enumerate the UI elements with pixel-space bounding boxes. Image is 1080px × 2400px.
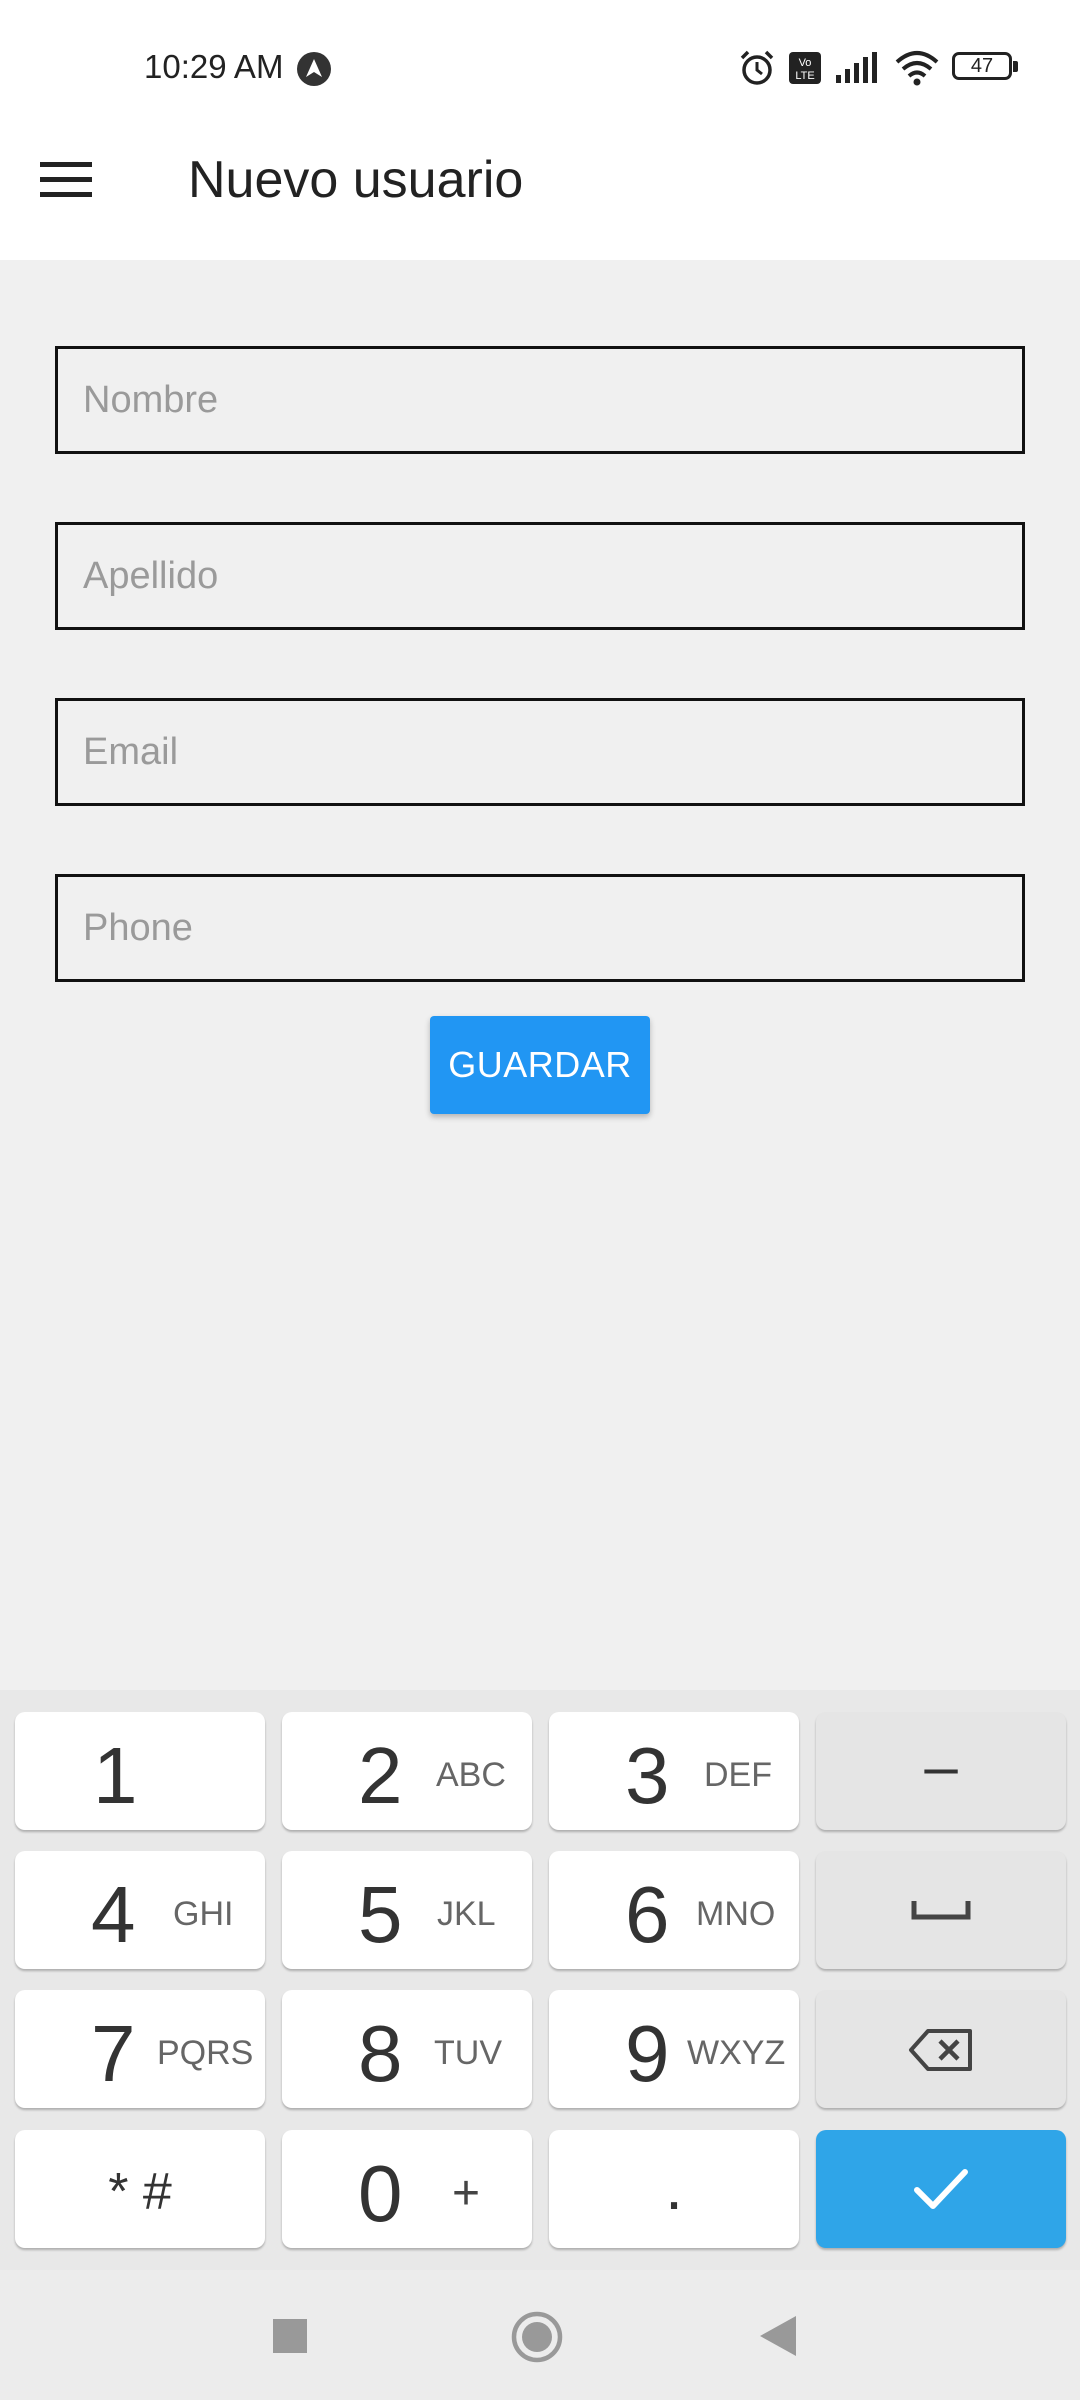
wifi-icon — [895, 51, 939, 86]
battery-level: 47 — [970, 55, 994, 77]
hamburger-menu-icon[interactable] — [40, 160, 102, 210]
key-7-letters: PQRS — [157, 2034, 254, 2072]
key-space[interactable] — [816, 1851, 1066, 1969]
nombre-input[interactable] — [58, 349, 1022, 451]
key-4-letters: GHI — [173, 1895, 234, 1933]
key-9[interactable]: 9 WXYZ — [549, 1990, 799, 2108]
navigation-bar — [0, 2270, 1080, 2400]
numeric-keyboard: 1 2 ABC 3 DEF – 4 GHI 5 JKL 6 MNO 7 PQRS… — [0, 1690, 1080, 2270]
key-0-label: 0 — [358, 2149, 403, 2238]
recents-square-icon[interactable] — [272, 2318, 308, 2354]
key-backspace[interactable] — [816, 1990, 1066, 2108]
save-button[interactable]: GUARDAR — [430, 1016, 650, 1114]
checkmark-icon — [914, 2169, 968, 2209]
key-enter[interactable] — [816, 2130, 1066, 2248]
nombre-field-container — [55, 346, 1025, 454]
key-5[interactable]: 5 JKL — [282, 1851, 532, 1969]
key-6-label: 6 — [625, 1870, 670, 1959]
key-dot[interactable]: . — [549, 2130, 799, 2248]
status-time: 10:29 AM — [144, 48, 284, 85]
svg-text:Vo: Vo — [799, 57, 812, 69]
key-1[interactable]: 1 — [15, 1712, 265, 1830]
key-7-label: 7 — [91, 2009, 136, 2098]
apellido-field-container — [55, 522, 1025, 630]
backspace-icon — [909, 2029, 972, 2071]
key-0[interactable]: 0 + — [282, 2130, 532, 2248]
phone-input[interactable] — [58, 877, 1022, 979]
signal-icon — [836, 52, 877, 83]
battery-icon: 47 — [952, 52, 1020, 84]
key-2-label: 2 — [358, 1731, 403, 1820]
key-3[interactable]: 3 DEF — [549, 1712, 799, 1830]
key-6-letters: MNO — [696, 1895, 776, 1933]
key-dot-label: . — [665, 2151, 683, 2223]
phone-field-container — [55, 874, 1025, 982]
apellido-input[interactable] — [58, 525, 1022, 627]
key-9-letters: WXYZ — [687, 2034, 786, 2072]
email-field-container — [55, 698, 1025, 806]
key-8-label: 8 — [358, 2009, 403, 2098]
svg-text:LTE: LTE — [795, 70, 814, 82]
volte-icon: Vo LTE — [789, 52, 821, 84]
key-3-label: 3 — [625, 1731, 670, 1820]
key-7[interactable]: 7 PQRS — [15, 1990, 265, 2108]
key-5-label: 5 — [358, 1870, 403, 1959]
key-0-plus: + — [452, 2167, 481, 2220]
key-8[interactable]: 8 TUV — [282, 1990, 532, 2108]
key-2[interactable]: 2 ABC — [282, 1712, 532, 1830]
key-5-letters: JKL — [437, 1895, 496, 1933]
page-title: Nuevo usuario — [188, 151, 524, 209]
key-minus-label: – — [924, 1733, 958, 1800]
alarm-icon — [740, 50, 774, 85]
navigation-arrow-icon — [297, 52, 331, 86]
key-4[interactable]: 4 GHI — [15, 1851, 265, 1969]
key-star-hash-label: * # — [108, 2163, 172, 2221]
key-minus[interactable]: – — [816, 1712, 1066, 1830]
space-bar-icon — [911, 1901, 971, 1920]
app-bar: Nuevo usuario — [0, 110, 1080, 260]
key-3-letters: DEF — [704, 1756, 772, 1794]
back-triangle-icon[interactable] — [758, 2314, 798, 2358]
key-4-label: 4 — [91, 1870, 136, 1959]
key-8-letters: TUV — [434, 2034, 502, 2072]
email-input[interactable] — [58, 701, 1022, 803]
key-9-label: 9 — [625, 2009, 670, 2098]
key-6[interactable]: 6 MNO — [549, 1851, 799, 1969]
home-circle-icon[interactable] — [510, 2310, 564, 2364]
key-2-letters: ABC — [436, 1756, 506, 1794]
key-1-label: 1 — [93, 1731, 138, 1820]
key-star-hash[interactable]: * # — [15, 2130, 265, 2248]
